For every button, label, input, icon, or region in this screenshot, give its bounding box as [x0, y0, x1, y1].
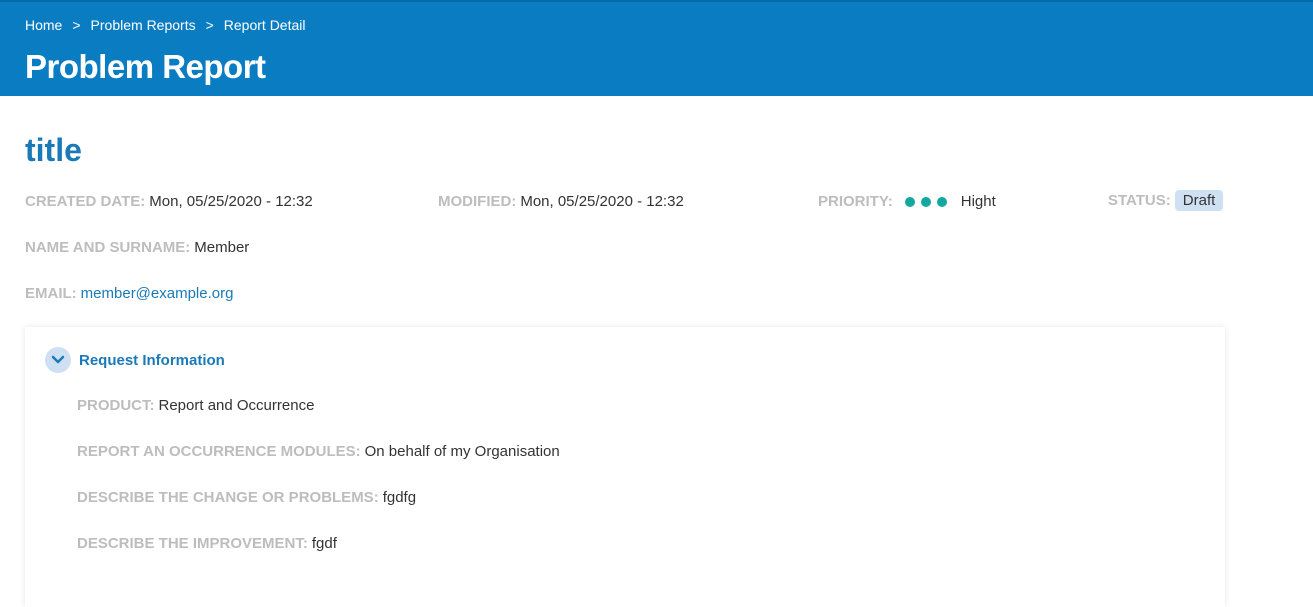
- priority-field: PRIORITY: Hight: [818, 193, 996, 210]
- name-label: NAME AND SURNAME:: [25, 239, 191, 256]
- request-information-panel: Request Information PRODUCT: Report and …: [25, 327, 1225, 607]
- change-label: DESCRIBE THE CHANGE OR PROBLEMS:: [77, 489, 379, 506]
- name-value: Member: [194, 239, 250, 256]
- improvement-label: DESCRIBE THE IMPROVEMENT:: [77, 535, 308, 552]
- priority-dots-icon: [904, 196, 953, 207]
- modified-field: MODIFIED: Mon, 05/25/2020 - 12:32: [438, 193, 684, 210]
- name-field: NAME AND SURNAME: Member: [25, 239, 249, 256]
- improvement-field: DESCRIBE THE IMPROVEMENT: fgdf: [77, 535, 337, 552]
- breadcrumb: Home > Problem Reports > Report Detail: [25, 17, 305, 33]
- email-label: EMAIL:: [25, 285, 77, 302]
- breadcrumb-home-link[interactable]: Home: [25, 17, 62, 33]
- report-title: title: [25, 132, 82, 168]
- status-label: STATUS:: [1108, 192, 1171, 209]
- request-information-title: Request Information: [79, 351, 225, 369]
- modified-label: MODIFIED:: [438, 193, 517, 210]
- breadcrumb-separator: >: [72, 17, 81, 33]
- breadcrumb-current: Report Detail: [223, 17, 306, 33]
- created-date-field: CREATED DATE: Mon, 05/25/2020 - 12:32: [25, 193, 313, 210]
- modules-value: On behalf of my Organisation: [364, 443, 560, 460]
- product-label: PRODUCT:: [77, 397, 155, 414]
- priority-dot: [936, 196, 947, 207]
- modules-label: REPORT AN OCCURRENCE MODULES:: [77, 443, 361, 460]
- page-header: Home > Problem Reports > Report Detail P…: [0, 0, 1313, 96]
- product-value: Report and Occurrence: [158, 397, 315, 414]
- request-information-toggle[interactable]: Request Information: [45, 347, 225, 373]
- breadcrumb-separator: >: [205, 17, 214, 33]
- change-field: DESCRIBE THE CHANGE OR PROBLEMS: fgdfg: [77, 489, 416, 506]
- priority-dot: [920, 196, 931, 207]
- change-value: fgdfg: [382, 489, 417, 506]
- priority-label: PRIORITY:: [818, 193, 893, 210]
- priority-value: Hight: [960, 193, 996, 210]
- priority-dot: [904, 196, 915, 207]
- breadcrumb-problem-reports-link[interactable]: Problem Reports: [91, 17, 196, 33]
- email-link[interactable]: member@example.org: [81, 285, 234, 302]
- improvement-value: fgdf: [311, 535, 337, 552]
- created-date-value: Mon, 05/25/2020 - 12:32: [149, 193, 313, 210]
- modules-field: REPORT AN OCCURRENCE MODULES: On behalf …: [77, 443, 560, 460]
- modified-value: Mon, 05/25/2020 - 12:32: [520, 193, 684, 210]
- status-field: STATUS: Draft: [1108, 190, 1224, 211]
- created-date-label: CREATED DATE:: [25, 193, 146, 210]
- product-field: PRODUCT: Report and Occurrence: [77, 397, 314, 414]
- status-badge: Draft: [1174, 190, 1224, 211]
- page-title: Problem Report: [25, 48, 266, 85]
- email-field: EMAIL: member@example.org: [25, 285, 233, 302]
- chevron-down-icon[interactable]: [45, 347, 71, 373]
